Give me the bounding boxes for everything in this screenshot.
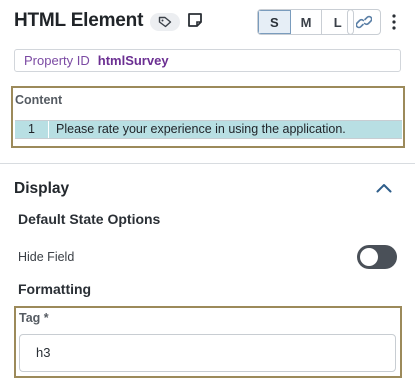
- hide-field-toggle[interactable]: [357, 245, 397, 269]
- link-button[interactable]: [347, 9, 381, 35]
- element-title: HTML Element: [14, 10, 144, 31]
- tag-icon: [158, 16, 172, 28]
- toggle-knob: [360, 248, 378, 266]
- property-id-field[interactable]: Property ID htmlSurvey: [14, 49, 401, 72]
- display-section-title: Display: [14, 180, 70, 197]
- content-table: 1 Please rate your experience in using t…: [15, 120, 402, 139]
- row-number: 1: [15, 121, 49, 138]
- content-title: Content: [15, 93, 63, 107]
- chevron-up-icon[interactable]: [376, 183, 392, 193]
- size-small-button[interactable]: S: [258, 10, 291, 34]
- hide-field-label: Hide Field: [18, 250, 75, 264]
- row-text[interactable]: Please rate your experience in using the…: [49, 121, 346, 138]
- tag-section: Tag * h3: [14, 306, 402, 378]
- link-icon: [356, 15, 372, 29]
- size-medium-button[interactable]: M: [291, 10, 323, 34]
- section-divider: [0, 163, 415, 164]
- tag-button[interactable]: [150, 13, 180, 31]
- default-state-title: Default State Options: [18, 211, 161, 227]
- panel-header: HTML Element S M L: [14, 8, 404, 36]
- table-row[interactable]: 1 Please rate your experience in using t…: [15, 121, 402, 138]
- note-icon[interactable]: [187, 12, 203, 28]
- size-toggle-group: S M L: [257, 9, 354, 35]
- property-id-value: htmlSurvey: [97, 53, 169, 68]
- tag-label: Tag *: [19, 311, 49, 325]
- kebab-menu-icon[interactable]: [391, 13, 397, 31]
- content-section: Content 1 Please rate your experience in…: [11, 86, 405, 148]
- formatting-title: Formatting: [18, 281, 92, 297]
- tag-input[interactable]: h3: [19, 334, 396, 372]
- property-id-label: Property ID: [24, 53, 90, 68]
